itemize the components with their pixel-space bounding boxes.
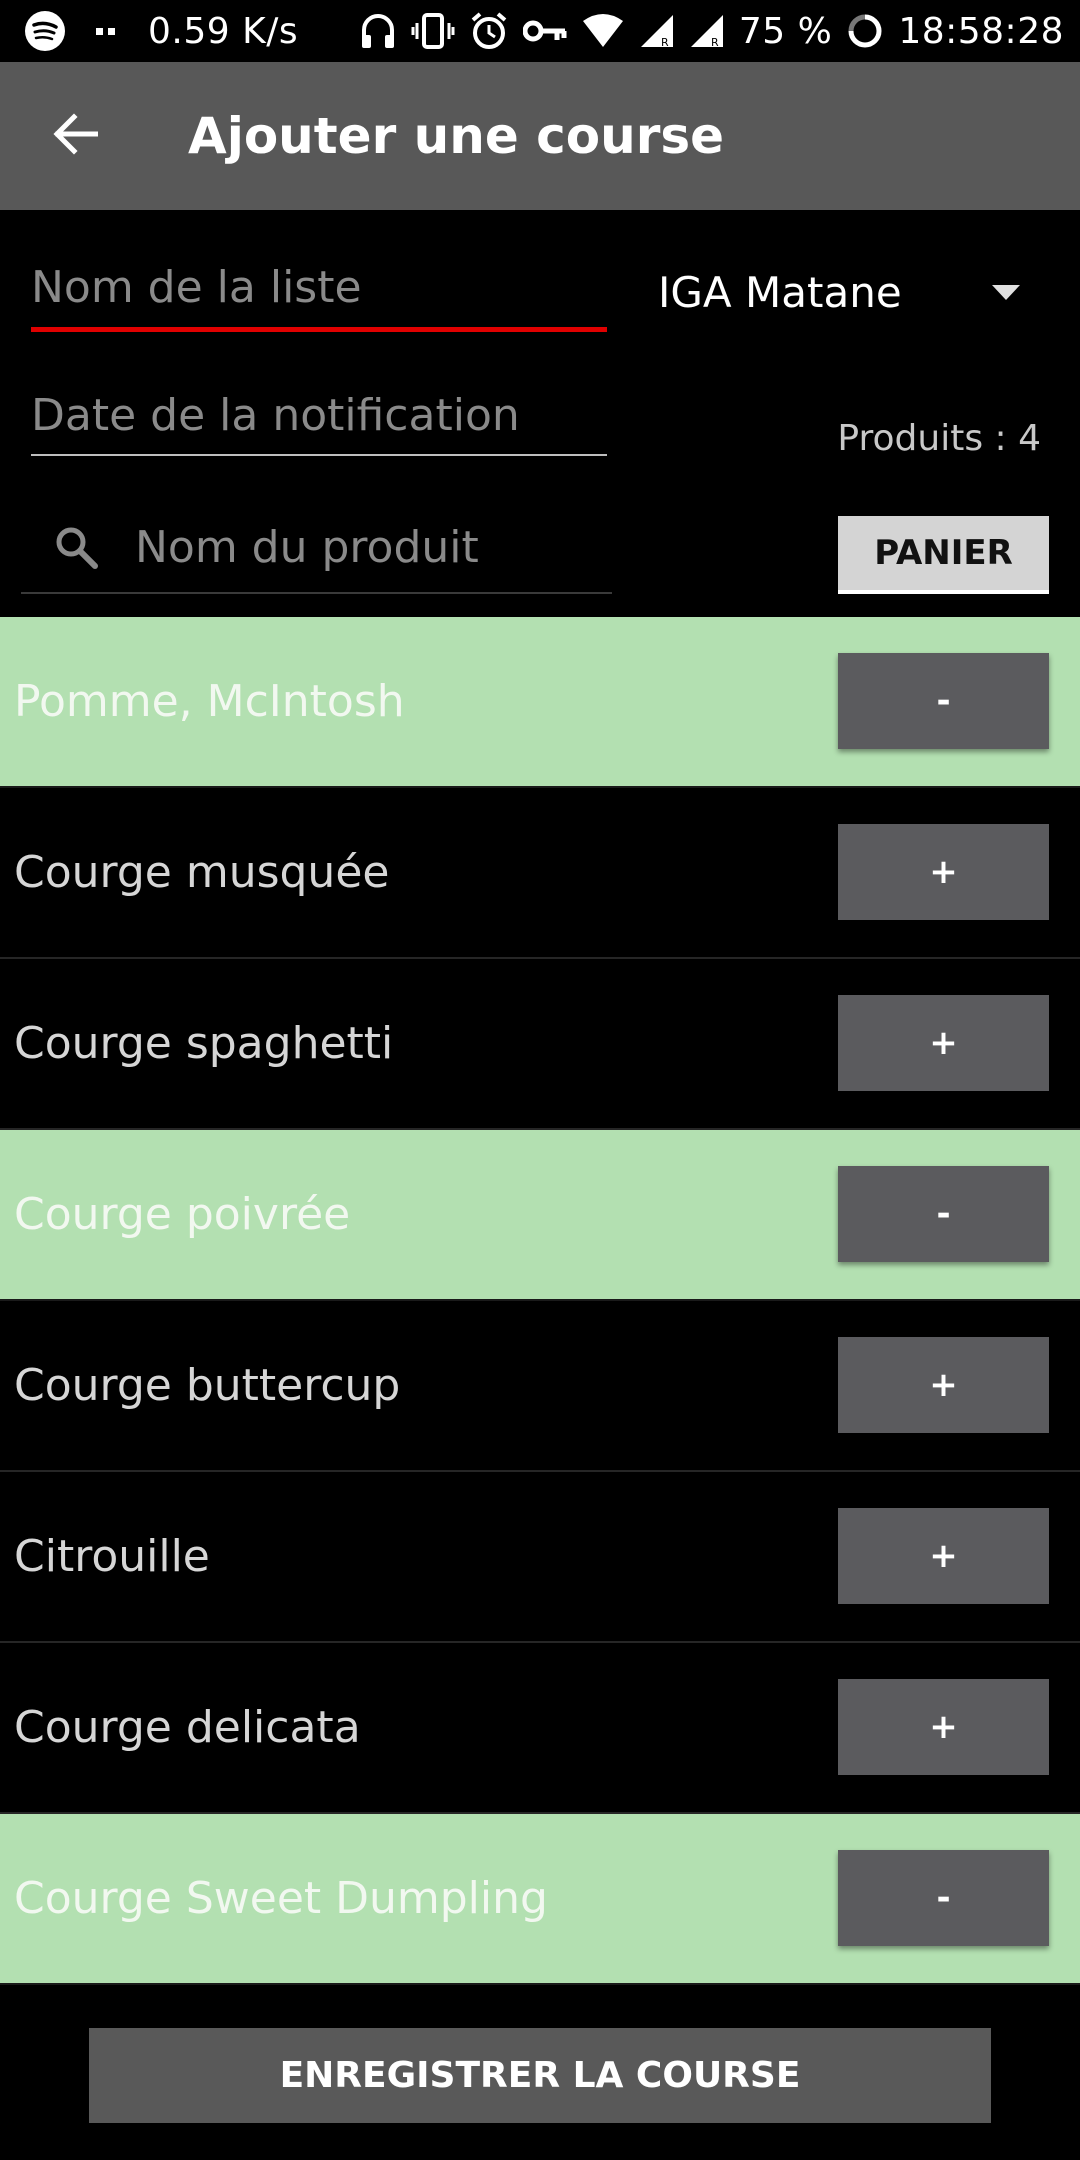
- back-button[interactable]: [0, 62, 150, 210]
- svg-text:R: R: [711, 36, 719, 49]
- product-row[interactable]: Pomme, McIntosh -: [0, 617, 1080, 788]
- headphones-icon: [359, 11, 397, 51]
- app-bar: Ajouter une course: [0, 62, 1080, 210]
- product-search-input[interactable]: [135, 521, 612, 573]
- remove-product-button[interactable]: -: [838, 653, 1049, 749]
- list-name-input[interactable]: [31, 262, 607, 313]
- product-row[interactable]: Courge buttercup +: [0, 1301, 1080, 1472]
- product-name: Courge spaghetti: [14, 1018, 394, 1069]
- product-count: Produits : 4: [837, 418, 1041, 459]
- vpn-key-icon: [522, 16, 567, 46]
- product-name: Courge buttercup: [14, 1360, 401, 1411]
- add-product-button[interactable]: +: [838, 824, 1049, 920]
- notification-date-field[interactable]: [31, 390, 607, 456]
- list-name-field[interactable]: [31, 262, 607, 332]
- product-row[interactable]: Courge poivrée -: [0, 1130, 1080, 1301]
- vibrate-icon: [411, 11, 455, 51]
- product-name: Courge Sweet Dumpling: [14, 1873, 548, 1924]
- alarm-icon: [469, 11, 509, 51]
- status-bar: 0.59 K/s R R 75 % 18:58:28: [0, 0, 1080, 62]
- product-list: Pomme, McIntosh - Courge musquée + Courge sp…: [0, 617, 1080, 1985]
- product-row[interactable]: Courge spaghetti +: [0, 959, 1080, 1130]
- save-course-button[interactable]: ENREGISTRER LA COURSE: [89, 2028, 991, 2123]
- product-row[interactable]: Courge Sweet Dumpling -: [0, 1814, 1080, 1985]
- store-dropdown[interactable]: IGA Matane: [658, 262, 1028, 322]
- battery-ring-icon: [846, 12, 884, 50]
- network-speed: 0.59 K/s: [148, 10, 299, 52]
- caret-down-icon: [992, 284, 1020, 300]
- spotify-icon: [24, 10, 66, 52]
- svg-text:R: R: [661, 36, 669, 49]
- add-product-button[interactable]: +: [838, 1508, 1049, 1604]
- add-product-button[interactable]: +: [838, 1679, 1049, 1775]
- remove-product-button[interactable]: -: [838, 1166, 1049, 1262]
- search-icon: [53, 524, 119, 570]
- panier-button[interactable]: PANIER: [838, 516, 1049, 594]
- dots-icon: [92, 24, 122, 38]
- product-row[interactable]: Courge delicata +: [0, 1643, 1080, 1814]
- page-title: Ajouter une course: [188, 107, 725, 165]
- wifi-icon: [581, 13, 625, 49]
- product-search[interactable]: [21, 502, 612, 594]
- remove-product-button[interactable]: -: [838, 1850, 1049, 1946]
- add-product-button[interactable]: +: [838, 1337, 1049, 1433]
- arrow-back-icon: [52, 113, 99, 159]
- product-row[interactable]: Courge musquée +: [0, 788, 1080, 959]
- product-row[interactable]: Citrouille +: [0, 1472, 1080, 1643]
- store-selected-value: IGA Matane: [658, 267, 902, 317]
- notification-date-input[interactable]: [31, 390, 607, 441]
- product-name: Courge delicata: [14, 1702, 361, 1753]
- signal-r-icon: R: [689, 13, 725, 49]
- clock: 18:58:28: [898, 10, 1064, 52]
- battery-percent: 75 %: [738, 10, 833, 52]
- product-name: Courge musquée: [14, 847, 390, 898]
- product-name: Citrouille: [14, 1531, 210, 1582]
- add-product-button[interactable]: +: [838, 995, 1049, 1091]
- product-name: Pomme, McIntosh: [14, 676, 405, 727]
- signal-r-icon: R: [639, 13, 675, 49]
- product-name: Courge poivrée: [14, 1189, 351, 1240]
